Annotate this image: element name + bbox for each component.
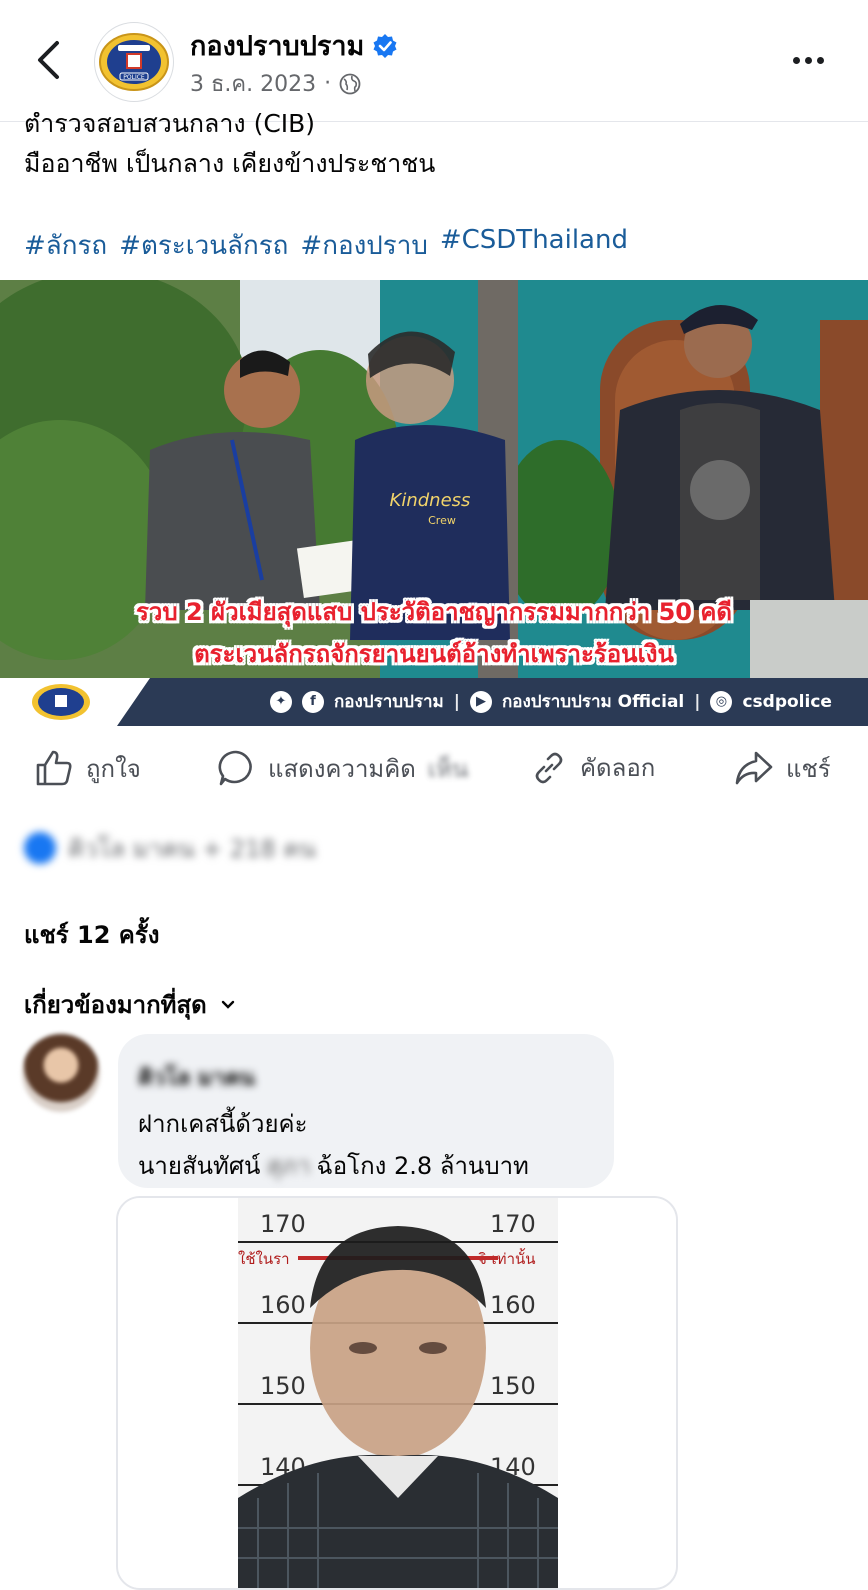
shirt-text-2: Crew — [428, 514, 456, 527]
footer-fb-name: กองปราบปราม — [334, 692, 444, 712]
chevron-left-icon — [38, 41, 59, 79]
photo-caption-line-1: รวบ 2 ผัวเมียสุดแสบ ประวัติอาชญากรรมมากก… — [136, 598, 732, 626]
post-body: ตำรวจสอบสวนกลาง (CIB) มืออาชีพ เป็นกลาง … — [24, 112, 844, 184]
share-arrow-icon — [735, 751, 773, 785]
reactions-summary[interactable]: คิวโล มาคน + 218 คน — [24, 830, 316, 866]
commenter-avatar[interactable] — [22, 1034, 100, 1112]
post-date[interactable]: 3 ธ.ค. 2023 · — [190, 66, 361, 101]
facebook-icon: f — [302, 690, 324, 713]
post-action-bar: ถูกใจ แสดงความคิด เห็น คัดลอก แชร์ — [0, 738, 868, 804]
hashtag-link[interactable]: #ตระเวนลักรถ — [119, 225, 288, 266]
comment-button[interactable]: แสดงความคิด เห็น — [216, 748, 468, 788]
twitter-icon: ✦ — [270, 690, 292, 713]
height-mark: 170 — [260, 1210, 306, 1238]
like-label[interactable]: ถูกใจ — [86, 749, 141, 788]
footer-separator: | — [694, 691, 701, 712]
back-button[interactable] — [30, 38, 66, 82]
sort-label[interactable]: เกี่ยวข้องมากที่สุด — [24, 985, 207, 1024]
police-badge-icon — [32, 684, 90, 720]
like-reaction-icon — [24, 832, 56, 864]
height-mark: 160 — [260, 1291, 306, 1319]
copy-link-button[interactable]: คัดลอก — [530, 748, 655, 787]
comment-redacted-name: สุภา — [266, 1152, 311, 1180]
post-line-cut-text: ตำรวจสอบสวนกลาง (CIB) — [24, 112, 316, 138]
hashtags: #ลักรถ #ตระเวนลักรถ #กองปราบ #CSDThailan… — [24, 225, 628, 266]
dot-3 — [816, 56, 824, 64]
post-line-2: มืออาชีพ เป็นกลาง เคียงข้างประชาชน — [24, 149, 436, 178]
date-text[interactable]: 3 ธ.ค. 2023 — [190, 66, 316, 101]
comment-label[interactable]: แสดงความคิด — [268, 749, 416, 788]
comment-label-blurred: เห็น — [427, 754, 469, 783]
page-name[interactable]: กองปราบปราม — [190, 24, 398, 67]
post-line-cut: ตำรวจสอบสวนกลาง (CIB) — [24, 112, 844, 144]
footer-yt-name: กองปราบปราม Official — [501, 692, 685, 712]
height-mark: 170 — [490, 1210, 536, 1238]
footer-separator: | — [453, 691, 460, 712]
logo-text: POLICE — [123, 74, 145, 81]
verified-badge-icon — [373, 33, 397, 58]
instagram-icon: ◎ — [710, 690, 733, 713]
share-button[interactable]: แชร์ — [734, 748, 831, 788]
comment-attached-image[interactable]: 170 160 150 140 170 160 150 140 ใช้ในรา … — [116, 1196, 678, 1590]
chevron-down-icon — [221, 1000, 234, 1009]
photo-social-row: ✦ f กองปราบปราม | ▶ กองปราบปราม Official… — [270, 688, 832, 715]
thumbs-up-icon — [36, 750, 72, 786]
link-icon — [535, 752, 563, 783]
more-options-button[interactable] — [788, 48, 828, 72]
police-badge-icon: POLICE — [99, 33, 169, 91]
comment-bubble-icon — [218, 750, 252, 786]
comment-text-part: ฉ้อโกง 2.8 ล้านบาท — [316, 1152, 529, 1180]
height-mark: 160 — [490, 1291, 536, 1319]
mugshot-image: 170 160 150 140 170 160 150 140 ใช้ในรา … — [118, 1198, 676, 1588]
reactions-text[interactable]: คิวโล มาคน + 218 คน — [68, 829, 316, 868]
page-name-text[interactable]: กองปราบปราม — [190, 24, 364, 67]
footer-ig-name: csdpolice — [742, 691, 832, 712]
commenter-name[interactable]: คิวโล มาคน — [138, 1060, 255, 1095]
share-count[interactable]: แชร์ 12 ครั้ง — [24, 915, 159, 954]
photo-caption-line-2: ตระเวนลักรถจักรยานยนต์อ้างทำเพราะร้อนเงิ… — [194, 640, 674, 668]
comment-text-part: นายสันทัศน์ — [138, 1152, 261, 1180]
post-header: POLICE กองปราบปราม 3 ธ.ค. 2023 · — [0, 0, 868, 122]
comment-text-line-1: ฝากเคสนี้ด้วยค่ะ — [138, 1110, 308, 1138]
height-mark: 150 — [490, 1372, 536, 1400]
comment-sort-dropdown[interactable]: เกี่ยวข้องมากที่สุด — [24, 985, 235, 1024]
dot-1 — [792, 56, 800, 64]
dot-2 — [804, 56, 812, 64]
post-photo[interactable]: Kindness Crew รวบ 2 ผัวเมียสุดแสบ ประวัต… — [0, 280, 868, 726]
height-mark: 150 — [260, 1372, 306, 1400]
globe-icon — [339, 73, 361, 94]
share-label[interactable]: แชร์ — [786, 749, 831, 788]
like-button[interactable]: ถูกใจ — [34, 748, 141, 788]
youtube-icon: ▶ — [469, 690, 492, 713]
shirt-text: Kindness — [390, 490, 471, 511]
separator-dot: · — [324, 71, 332, 96]
hashtag-link[interactable]: #ลักรถ — [24, 225, 107, 266]
page-avatar[interactable]: POLICE — [94, 22, 174, 102]
comment-text-line-2: นายสันทัศน์ สุภา ฉ้อโกง 2.8 ล้านบาท — [138, 1146, 529, 1185]
copy-label[interactable]: คัดลอก — [580, 748, 655, 787]
watermark-text-left: ใช้ในรา — [238, 1250, 290, 1268]
hashtag-link[interactable]: #กองปราบ — [300, 225, 427, 266]
hashtag-link[interactable]: #CSDThailand — [440, 225, 628, 266]
